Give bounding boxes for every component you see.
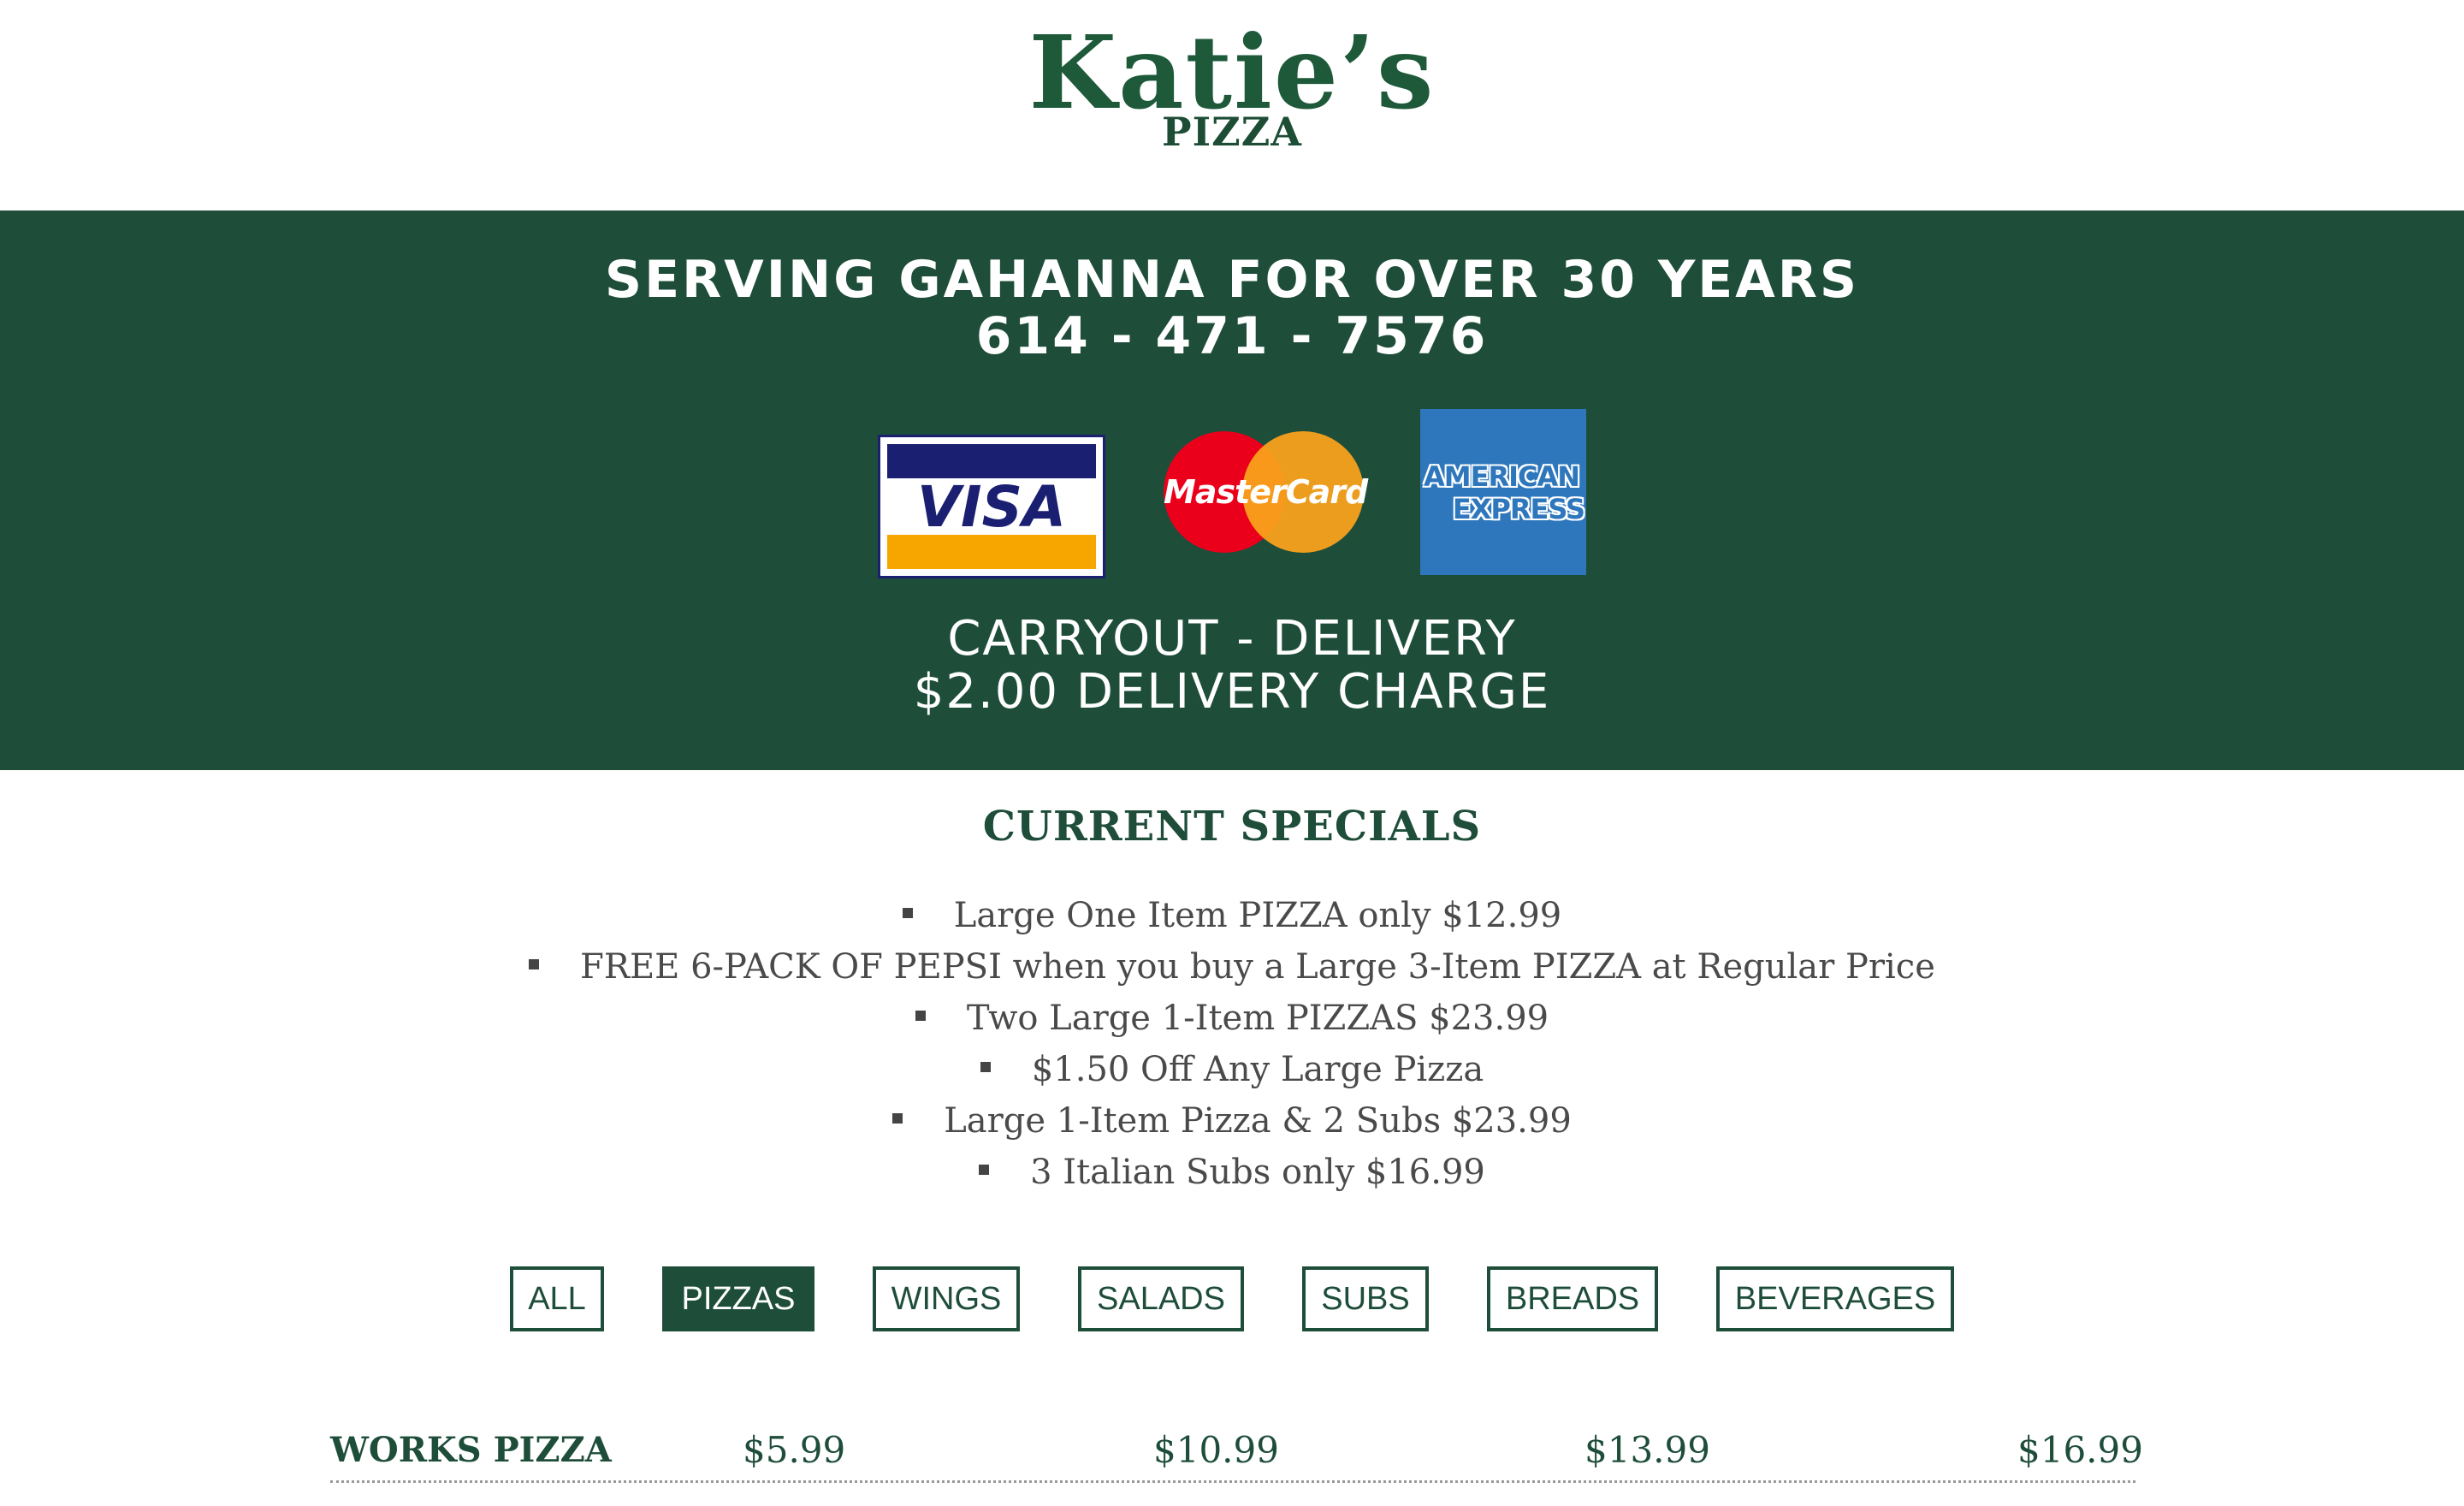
visa-logo: VISA (878, 435, 1105, 578)
special-item: Two Large 1-Item PIZZAS $23.99 (0, 993, 2464, 1044)
filter-all-button[interactable]: ALL (510, 1266, 604, 1331)
menu-item-price: $16.99 (2017, 1429, 2143, 1471)
mastercard-text: MasterCard (1164, 473, 1368, 511)
menu-item-price: $5.99 (743, 1429, 846, 1471)
special-item: Large 1-Item Pizza & 2 Subs $23.99 (0, 1095, 2464, 1147)
menu-item-price: $10.99 (1153, 1429, 1279, 1471)
filter-pizzas-button[interactable]: PIZZAS (662, 1266, 814, 1331)
specials-list: Large One Item PIZZA only $12.99 FREE 6-… (0, 890, 2464, 1198)
info-banner: SERVING GAHANNA FOR OVER 30 YEARS 614 - … (0, 210, 2464, 770)
menu-item-price: $13.99 (1584, 1429, 1710, 1471)
filter-subs-button[interactable]: SUBS (1302, 1266, 1429, 1331)
special-text: Two Large 1-Item PIZZAS $23.99 (966, 999, 1549, 1038)
special-text: Large 1-Item Pizza & 2 Subs $23.99 (944, 1101, 1572, 1141)
specials-heading: CURRENT SPECIALS (982, 803, 1482, 851)
bullet-icon (915, 1011, 926, 1021)
filter-breads-button[interactable]: BREADS (1487, 1266, 1658, 1331)
bullet-icon (980, 1062, 991, 1072)
special-text: 3 Italian Subs only $16.99 (1030, 1153, 1485, 1192)
banner-delivery-charge: $2.00 DELIVERY CHARGE (913, 664, 1551, 720)
special-item: $1.50 Off Any Large Pizza (0, 1044, 2464, 1095)
special-text: FREE 6-PACK OF PEPSI when you buy a Larg… (580, 947, 1935, 987)
special-item: 3 Italian Subs only $16.99 (0, 1147, 2464, 1198)
amex-text-line1: AMERICAN (1424, 460, 1580, 493)
menu-item-name: WORKS PIZZA (330, 1430, 612, 1470)
bullet-icon (529, 959, 540, 969)
banner-phone: 614 - 471 - 7576 (975, 306, 1489, 366)
amex-text-line2: EXPRESS (1452, 493, 1585, 525)
site-logo[interactable]: Katie’s PIZZA (0, 0, 2464, 210)
filter-beverages-button[interactable]: BEVERAGES (1716, 1266, 1954, 1331)
visa-stripe-top (887, 444, 1096, 478)
visa-text: VISA (916, 474, 1067, 540)
filter-wings-button[interactable]: WINGS (873, 1266, 1020, 1331)
logo-subtitle: PIZZA (1162, 109, 1302, 155)
banner-service: CARRYOUT - DELIVERY (947, 611, 1517, 667)
filter-salads-button[interactable]: SALADS (1078, 1266, 1244, 1331)
special-text: $1.50 Off Any Large Pizza (1031, 1050, 1484, 1089)
bullet-icon (902, 908, 913, 918)
special-item: FREE 6-PACK OF PEPSI when you buy a Larg… (0, 941, 2464, 993)
special-text: Large One Item PIZZA only $12.99 (953, 896, 1562, 935)
special-item: Large One Item PIZZA only $12.99 (0, 890, 2464, 941)
bullet-icon (979, 1165, 990, 1175)
menu-filter-bar: ALL PIZZAS WINGS SALADS SUBS BREADS BEVE… (0, 1266, 2464, 1331)
menu-row: WORKS PIZZA $5.99 $10.99 $13.99 $16.99 (330, 1420, 2143, 1483)
bullet-icon (892, 1113, 903, 1124)
mastercard-logo: MasterCard (1164, 431, 1368, 553)
amex-logo: AMERICAN EXPRESS (1420, 409, 1586, 575)
visa-stripe-bottom (887, 535, 1096, 569)
banner-tagline: SERVING GAHANNA FOR OVER 30 YEARS (604, 250, 1860, 310)
